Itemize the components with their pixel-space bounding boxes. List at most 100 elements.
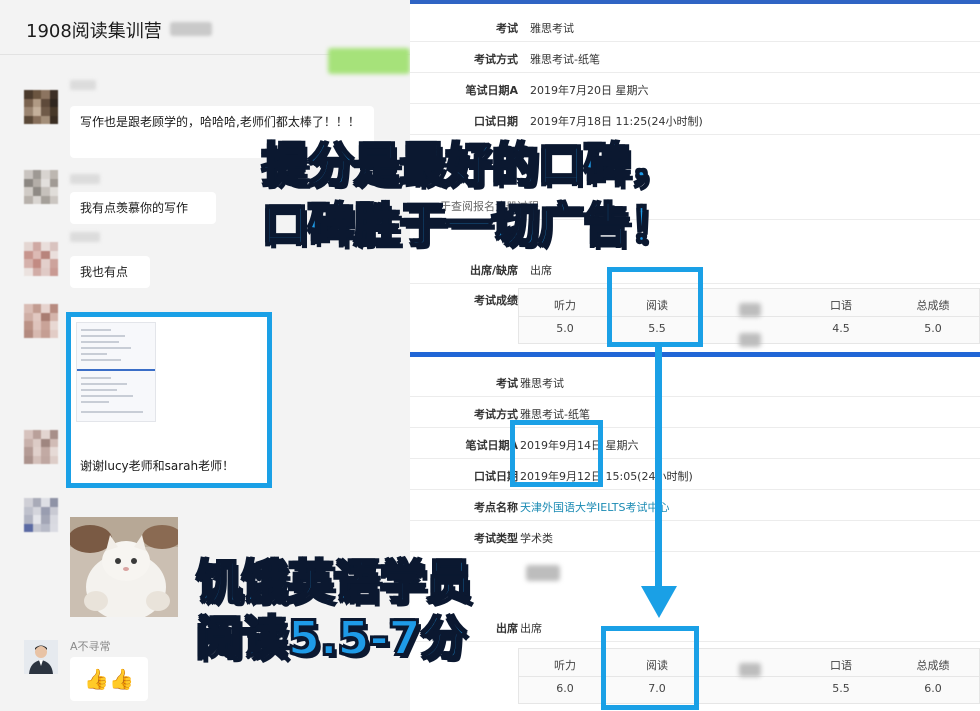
- row-label: 口试日期: [474, 115, 518, 128]
- row-label: 出席/缺席: [469, 264, 518, 277]
- blurred-nickname: [70, 80, 96, 90]
- blurred-score-name: [739, 303, 761, 317]
- blurred-avatar-icon: [24, 170, 58, 204]
- report-row: 口试日期 2019年9月12日 15:05(24小时制): [410, 460, 980, 490]
- score-cell-blurred: [703, 649, 795, 703]
- score-value: 4.5: [832, 322, 850, 335]
- report-row: 考试方式 雅思考试-纸笔: [410, 43, 980, 73]
- arrow-shaft: [655, 345, 662, 590]
- promo-caption-line1: 饥饿英语学员: [195, 555, 473, 609]
- highlight-box-reading-after: [601, 626, 699, 710]
- avatar[interactable]: [24, 430, 58, 464]
- message-bubble[interactable]: 我有点羡慕你的写作: [70, 192, 216, 224]
- promo-headline-line2: 口碑胜于一切广告！: [261, 197, 677, 253]
- row-value: 2019年7月20日 星期六: [530, 84, 649, 97]
- blurred-field: [526, 565, 560, 581]
- score-value: 5.5: [832, 682, 850, 695]
- score-value: 5.0: [556, 322, 574, 335]
- blurred-avatar-icon: [24, 304, 58, 338]
- score-name: 听力: [554, 299, 576, 312]
- report-row: 笔试日期A 2019年9月14日 星期六: [410, 429, 980, 459]
- score-table: 听力 6.0 阅读 7.0 口语 5.5 总成绩 6.0: [518, 648, 980, 704]
- blurred-avatar-icon: [24, 90, 58, 124]
- avatar[interactable]: [24, 170, 58, 204]
- score-name: 总成绩: [916, 299, 950, 312]
- arrow-down-icon: [641, 586, 677, 618]
- report-row: 考试 雅思考试: [410, 367, 980, 397]
- row-value: 雅思考试: [530, 22, 574, 35]
- row-value: 2019年7月18日 11:25(24小时制): [530, 115, 703, 128]
- report-row: 考试类型 学术类: [410, 522, 980, 552]
- scores-label: 考试成绩: [474, 294, 518, 307]
- chat-header: 1908阅读集训营: [0, 0, 410, 55]
- score-name: 口语: [830, 659, 852, 672]
- score-cell: 总成绩 5.0: [887, 289, 979, 343]
- score-cell: 口语 5.5: [795, 649, 887, 703]
- score-name: 口语: [830, 299, 852, 312]
- report-row: 考试 雅思考试: [410, 12, 980, 42]
- row-label: 笔试日期A: [465, 439, 518, 452]
- blurred-own-message: [328, 48, 410, 74]
- row-value: 出席: [530, 264, 552, 277]
- thumbs-up-icons: 👍👍: [84, 667, 134, 691]
- test-center-link[interactable]: 天津外国语大学IELTS考试中心: [520, 499, 670, 515]
- message-text: 我也有点: [80, 265, 129, 279]
- blurred-score-name: [739, 663, 761, 677]
- row-value: 雅思考试: [520, 377, 564, 390]
- row-value: 学术类: [520, 532, 553, 545]
- blurred-avatar-icon: [24, 242, 58, 276]
- report-row: 考试方式 雅思考试-纸笔: [410, 398, 980, 428]
- cat-photo-image: [70, 517, 178, 617]
- message-text: 写作也是跟老顾学的，哈哈哈,老师们都太棒了！！！: [80, 115, 360, 129]
- score-value: 5.0: [924, 322, 942, 335]
- score-cell-blurred: [703, 289, 795, 347]
- score-table: 听力 5.0 阅读 5.5 口语 4.5 总成绩 5.0: [518, 288, 980, 347]
- blurred-nickname: [70, 232, 100, 242]
- report-row: 考点名称 天津外国语大学IELTS考试中心: [410, 491, 980, 521]
- row-label: 考试类型: [474, 532, 518, 545]
- blurred-avatar-icon: [24, 430, 58, 464]
- blurred-nickname: [70, 174, 100, 184]
- report-row: 笔试日期A 2019年7月20日 星期六: [410, 74, 980, 104]
- image-caption: 谢谢lucy老师和sarah老师！: [80, 459, 235, 473]
- promo-headline-line1: 提分是最好的口碑，: [261, 137, 677, 193]
- blurred-avatar-icon: [24, 498, 58, 532]
- blurred-member-count: [170, 22, 212, 36]
- row-value: 出席: [520, 622, 542, 635]
- row-label: 口试日期: [474, 470, 518, 483]
- row-label: 考试: [496, 377, 518, 390]
- message-bubble[interactable]: 我也有点: [70, 256, 150, 288]
- avatar[interactable]: [24, 90, 58, 124]
- message-text: 我有点羡慕你的写作: [80, 201, 189, 215]
- person-avatar-icon: [24, 640, 58, 674]
- highlight-box-dates: [510, 420, 603, 487]
- score-cell: 听力 5.0: [519, 289, 611, 343]
- row-value: 雅思考试-纸笔: [530, 53, 600, 66]
- message-bubble[interactable]: 👍👍: [70, 657, 148, 701]
- image-message[interactable]: 谢谢lucy老师和sarah老师！: [66, 312, 272, 488]
- avatar[interactable]: [24, 304, 58, 338]
- row-label: 笔试日期A: [465, 84, 518, 97]
- score-cell: 口语 4.5: [795, 289, 887, 343]
- score-name: 听力: [554, 659, 576, 672]
- row-label: 考点名称: [474, 501, 518, 514]
- avatar[interactable]: [24, 242, 58, 276]
- chat-title: 1908阅读集训营: [26, 21, 162, 42]
- blurred-score-value: [739, 333, 761, 347]
- avatar[interactable]: [24, 640, 58, 674]
- score-name: 总成绩: [916, 659, 950, 672]
- highlight-box-reading-before: [607, 267, 703, 347]
- cat-photo[interactable]: [70, 517, 178, 617]
- sender-name: A不寻常: [70, 640, 111, 653]
- score-cell: 听力 6.0: [519, 649, 611, 703]
- row-label: 考试: [496, 22, 518, 35]
- row-label: 考试方式: [474, 408, 518, 421]
- avatar[interactable]: [24, 498, 58, 532]
- promo-caption-line2: 阅读5.5-7分: [195, 611, 468, 665]
- score-report-thumbnail[interactable]: [76, 322, 156, 422]
- score-value: 6.0: [556, 682, 574, 695]
- score-cell: 总成绩 6.0: [887, 649, 979, 703]
- row-label: 考试方式: [474, 53, 518, 66]
- report-row: 口试日期 2019年7月18日 11:25(24小时制): [410, 105, 980, 135]
- score-value: 6.0: [924, 682, 942, 695]
